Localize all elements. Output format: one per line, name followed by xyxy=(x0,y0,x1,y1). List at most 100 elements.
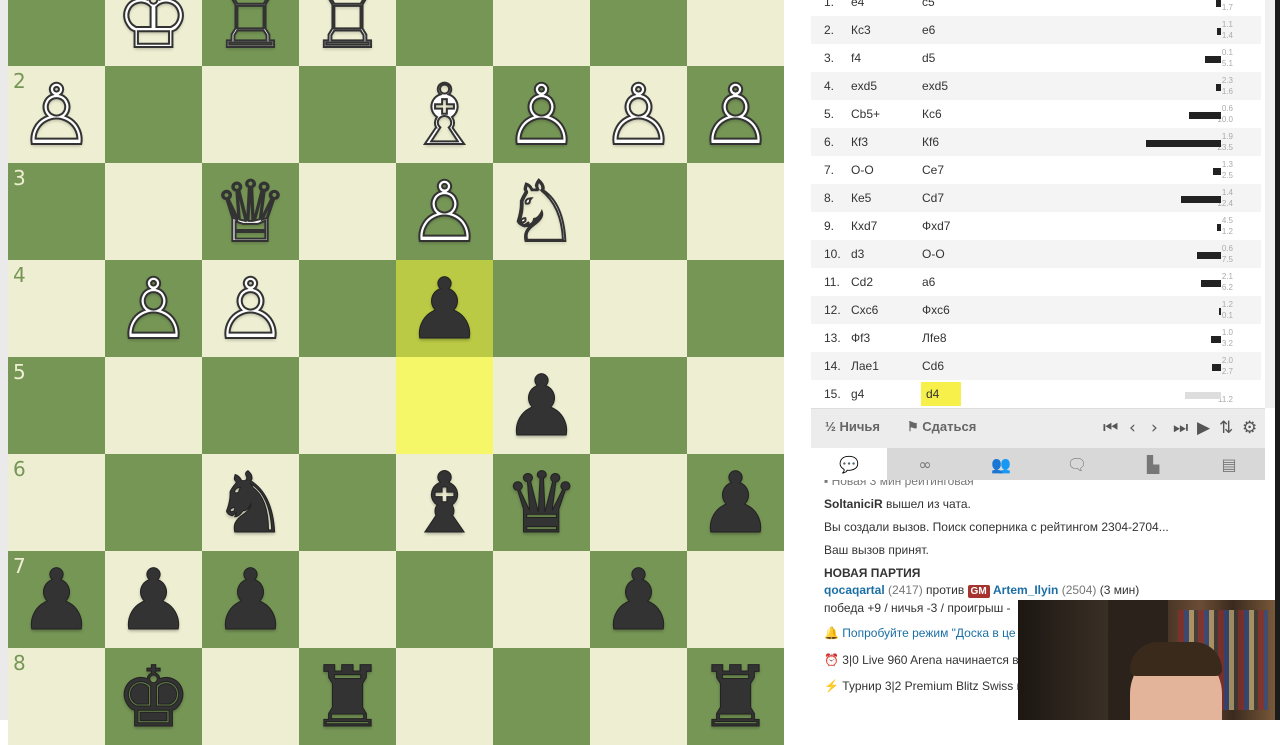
arena-line[interactable]: ⏰ 3|0 Live 960 Arena начинается в xyxy=(824,653,1019,667)
black-move[interactable]: Сe7 xyxy=(922,163,944,177)
square-c2[interactable]: ♙ xyxy=(493,66,590,163)
square-a7[interactable] xyxy=(687,551,784,648)
square-c3[interactable]: ♘ xyxy=(493,163,590,260)
square-e5[interactable] xyxy=(299,357,396,454)
white-piece[interactable]: ♘ xyxy=(493,163,590,260)
white-move[interactable]: Сb5+ xyxy=(851,107,880,121)
white-move[interactable]: f4 xyxy=(851,51,861,65)
first-move-icon[interactable]: ⏮ xyxy=(1103,418,1118,438)
black-move[interactable]: Фxc6 xyxy=(922,303,950,317)
square-a4[interactable] xyxy=(687,260,784,357)
square-f8[interactable] xyxy=(202,648,299,745)
square-a8[interactable]: ♜ xyxy=(687,648,784,745)
black-piece[interactable]: ♟ xyxy=(590,551,687,648)
square-d5[interactable] xyxy=(396,357,493,454)
square-b8[interactable] xyxy=(590,648,687,745)
tab-events[interactable]: ▤ xyxy=(1191,448,1267,480)
settings-gear-icon[interactable]: ⚙ xyxy=(1242,418,1257,438)
white-move[interactable]: exd5 xyxy=(851,79,877,93)
white-move[interactable]: g4 xyxy=(851,387,864,401)
white-move[interactable]: e4 xyxy=(851,0,864,9)
square-d8[interactable] xyxy=(396,648,493,745)
black-piece[interactable]: ♟ xyxy=(687,454,784,551)
square-g8[interactable]: ♚ xyxy=(105,648,202,745)
square-h8[interactable]: 8 xyxy=(8,648,105,745)
white-piece[interactable]: ♙ xyxy=(396,163,493,260)
square-e4[interactable] xyxy=(299,260,396,357)
square-a2[interactable]: ♙ xyxy=(687,66,784,163)
square-g7[interactable]: ♟ xyxy=(105,551,202,648)
tab-chat[interactable]: 💬 xyxy=(811,448,887,480)
square-d2[interactable]: ♗ xyxy=(396,66,493,163)
square-d3[interactable]: ♙ xyxy=(396,163,493,260)
tab-friends[interactable]: 👥 xyxy=(963,448,1039,480)
square-b1[interactable] xyxy=(590,0,687,66)
white-move[interactable]: Кf3 xyxy=(851,135,868,149)
square-e2[interactable] xyxy=(299,66,396,163)
black-move[interactable]: O-O xyxy=(922,247,945,261)
resign-button[interactable]: ⚑ Сдаться xyxy=(907,419,976,435)
square-d6[interactable]: ♝ xyxy=(396,454,493,551)
move-list-scrollbar[interactable] xyxy=(1265,0,1275,408)
white-piece[interactable]: ♙ xyxy=(202,260,299,357)
square-d7[interactable] xyxy=(396,551,493,648)
black-piece[interactable]: ♟ xyxy=(493,357,590,454)
square-c6[interactable]: ♛ xyxy=(493,454,590,551)
white-move[interactable]: Фf3 xyxy=(851,331,870,345)
square-h4[interactable]: 4 xyxy=(8,260,105,357)
black-move[interactable]: d4 xyxy=(921,382,961,406)
tab-spectators[interactable]: ∞ xyxy=(887,448,963,480)
black-piece[interactable]: ♟ xyxy=(8,551,105,648)
square-c5[interactable]: ♟ xyxy=(493,357,590,454)
black-piece[interactable]: ♞ xyxy=(202,454,299,551)
black-piece[interactable]: ♟ xyxy=(202,551,299,648)
square-c7[interactable] xyxy=(493,551,590,648)
chat-username[interactable]: SoltaniciR xyxy=(824,497,883,511)
square-g4[interactable]: ♙ xyxy=(105,260,202,357)
white-move[interactable]: Лae1 xyxy=(851,359,879,373)
square-h2[interactable]: 2 ♙ xyxy=(8,66,105,163)
square-a3[interactable] xyxy=(687,163,784,260)
player1-link[interactable]: qocaqartal xyxy=(824,583,885,597)
black-move[interactable]: e6 xyxy=(922,23,935,37)
player2-link[interactable]: Artem_Ilyin xyxy=(993,583,1058,597)
white-piece[interactable]: ♕ xyxy=(202,163,299,260)
black-piece[interactable]: ♟ xyxy=(396,260,493,357)
square-f2[interactable] xyxy=(202,66,299,163)
white-move[interactable]: Кe5 xyxy=(851,191,871,205)
square-h5[interactable]: 5 xyxy=(8,357,105,454)
square-g3[interactable] xyxy=(105,163,202,260)
black-move[interactable]: exd5 xyxy=(922,79,948,93)
tab-messages[interactable]: 🗨 xyxy=(1039,448,1115,480)
square-e3[interactable] xyxy=(299,163,396,260)
square-a6[interactable]: ♟ xyxy=(687,454,784,551)
white-move[interactable]: Кc3 xyxy=(851,23,871,37)
square-f4[interactable]: ♙ xyxy=(202,260,299,357)
black-move[interactable]: Фxd7 xyxy=(922,219,950,233)
square-e7[interactable] xyxy=(299,551,396,648)
square-d4[interactable]: ♟ xyxy=(396,260,493,357)
tip-line[interactable]: 🔔 Попробуйте режим "Доска в це xyxy=(824,626,1016,640)
square-b2[interactable]: ♙ xyxy=(590,66,687,163)
square-f7[interactable]: ♟ xyxy=(202,551,299,648)
black-piece[interactable]: ♝ xyxy=(396,454,493,551)
white-piece[interactable]: ♖ xyxy=(299,0,396,66)
square-b5[interactable] xyxy=(590,357,687,454)
white-piece[interactable]: ♖ xyxy=(202,0,299,66)
white-move[interactable]: O-O xyxy=(851,163,874,177)
square-f6[interactable]: ♞ xyxy=(202,454,299,551)
black-piece[interactable]: ♜ xyxy=(687,648,784,745)
square-g6[interactable] xyxy=(105,454,202,551)
tab-tournaments[interactable]: ▙ xyxy=(1115,448,1191,480)
square-h1[interactable] xyxy=(8,0,105,66)
square-c4[interactable] xyxy=(493,260,590,357)
square-e8[interactable]: ♜ xyxy=(299,648,396,745)
white-move[interactable]: Сxc6 xyxy=(851,303,878,317)
white-piece[interactable]: ♙ xyxy=(105,260,202,357)
black-piece[interactable]: ♛ xyxy=(493,454,590,551)
square-b3[interactable] xyxy=(590,163,687,260)
white-piece[interactable]: ♔ xyxy=(105,0,202,66)
white-move[interactable]: Сd2 xyxy=(851,275,873,289)
square-b7[interactable]: ♟ xyxy=(590,551,687,648)
white-piece[interactable]: ♙ xyxy=(687,66,784,163)
